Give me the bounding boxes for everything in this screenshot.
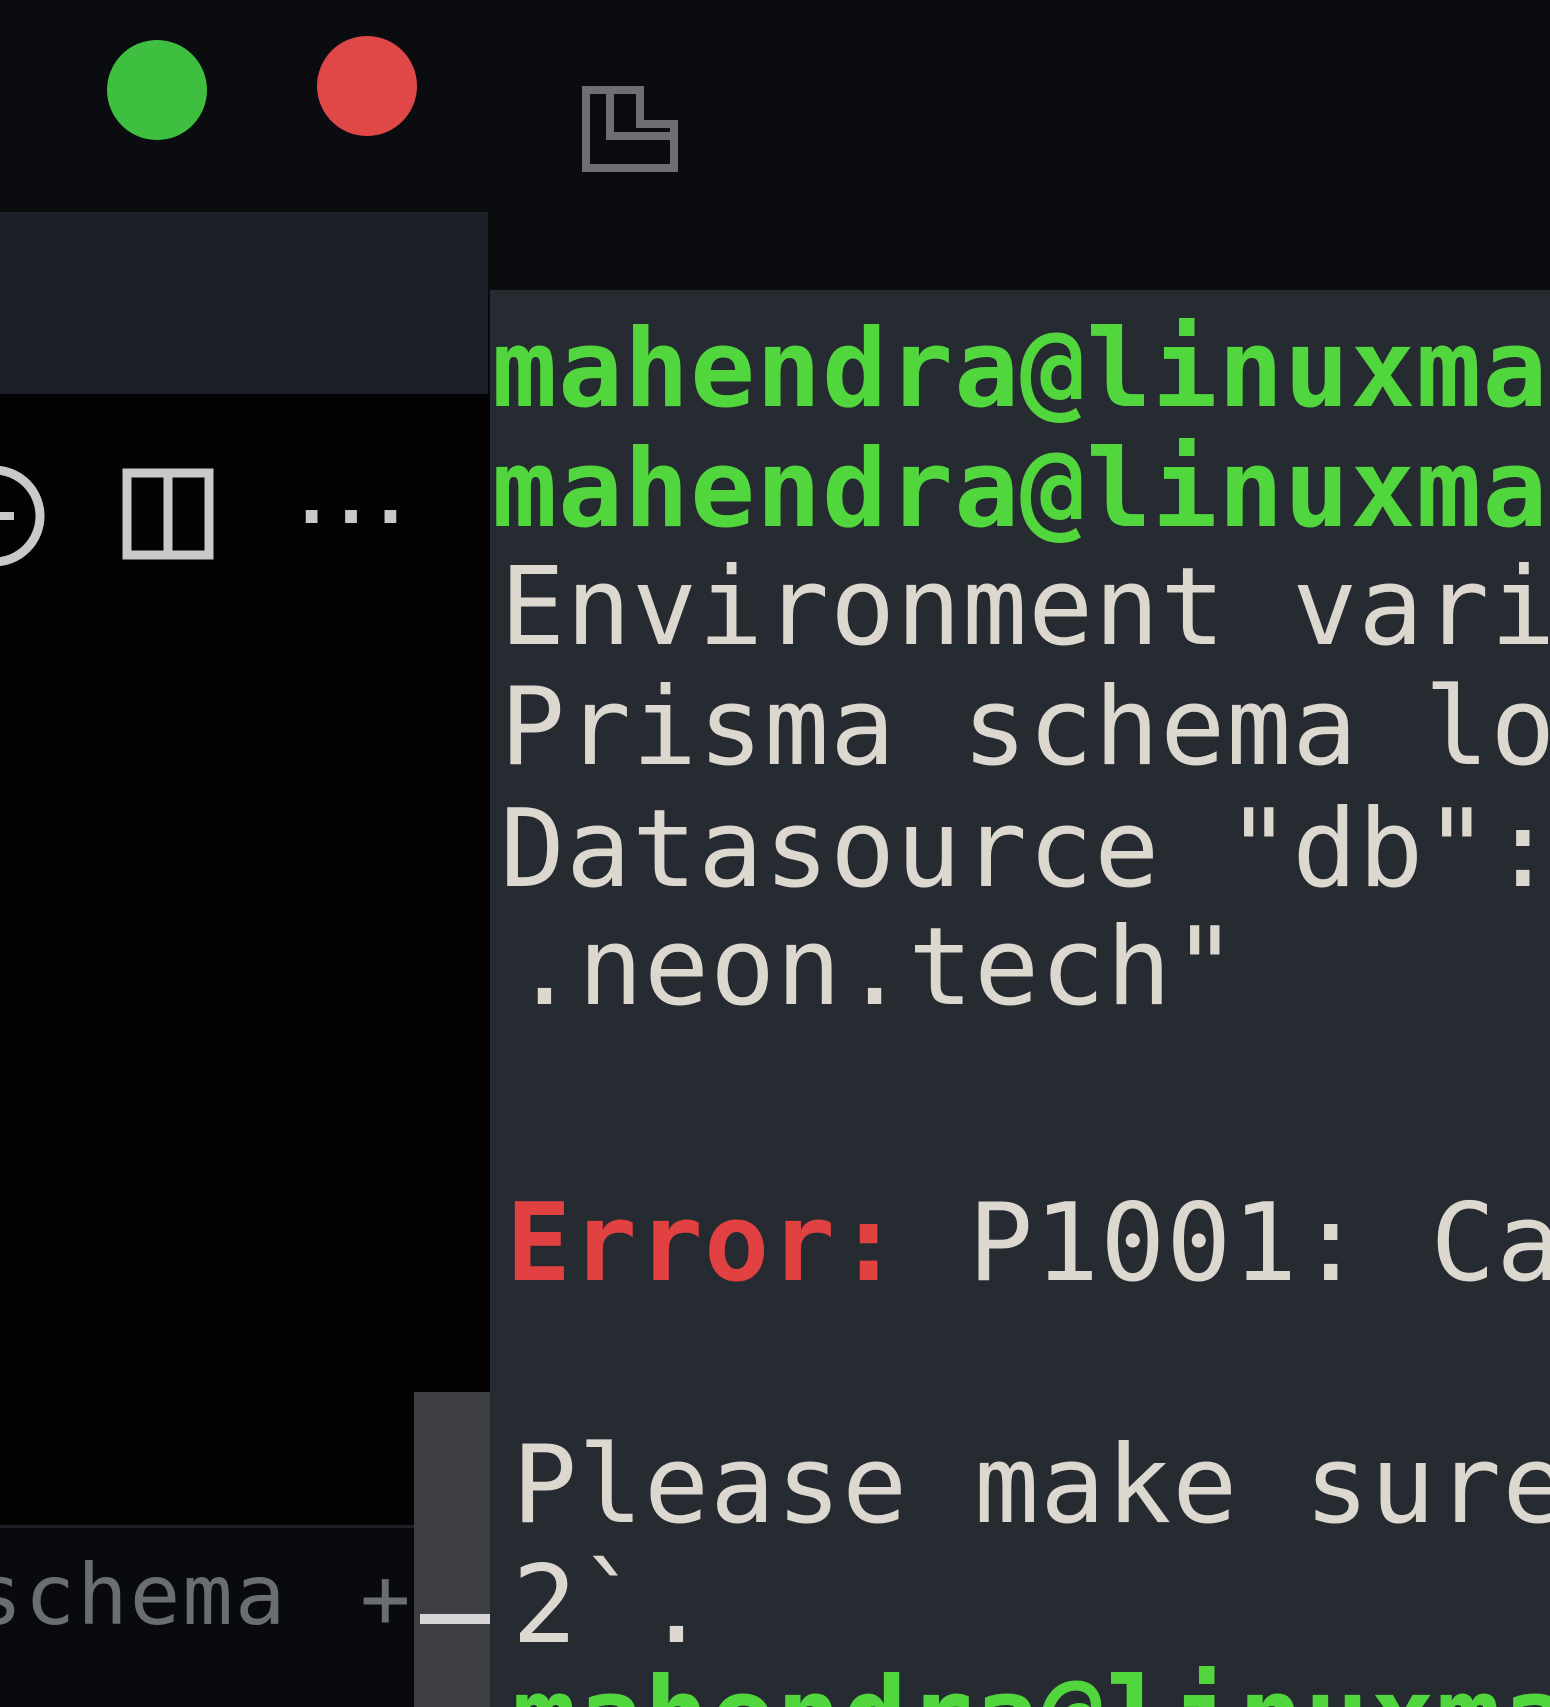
prompt-text: mahendra@linuxmach	[512, 1655, 1550, 1707]
window-green-button[interactable]	[107, 40, 207, 140]
terminal-tab-label[interactable]: schema	[0, 1545, 287, 1645]
terminal-line: 2`.	[512, 1543, 711, 1668]
circle-icon[interactable]	[0, 462, 48, 570]
terminal-line: mahendra@linuxmach	[492, 310, 1550, 430]
screen: ... schema + mahendra@linuxmach mahendra…	[0, 0, 1550, 1707]
window-close-button[interactable]	[317, 36, 417, 136]
error-line: Error: P1001: Can'	[506, 1184, 1550, 1304]
new-tab-icon[interactable]	[582, 76, 678, 172]
error-message: P1001: Can'	[968, 1181, 1550, 1306]
terminal-line: Prisma schema loac	[500, 665, 1550, 790]
error-label: Error:	[506, 1181, 903, 1306]
more-options-icon[interactable]: ...	[290, 462, 412, 534]
left-panel-header	[0, 212, 488, 394]
terminal-line: .neon.tech"	[512, 905, 1239, 1030]
prompt-text: mahendra@linuxmach	[492, 427, 1550, 552]
terminal-line: Datasource "db": P	[500, 787, 1550, 912]
terminal-line: mahendra@linuxmach	[492, 430, 1550, 550]
prompt-text: mahendra@linuxmach	[492, 307, 1550, 432]
split-pane-icon[interactable]	[122, 468, 214, 560]
terminal-line: Environment variab	[500, 545, 1550, 670]
terminal-line: mahendra@linuxmach	[512, 1658, 1550, 1707]
terminal-output[interactable]: mahendra@linuxmach mahendra@linuxmach En…	[490, 290, 1550, 1707]
terminal-line: Please make sure y	[512, 1423, 1550, 1548]
add-tab-button[interactable]: +	[360, 1548, 411, 1648]
